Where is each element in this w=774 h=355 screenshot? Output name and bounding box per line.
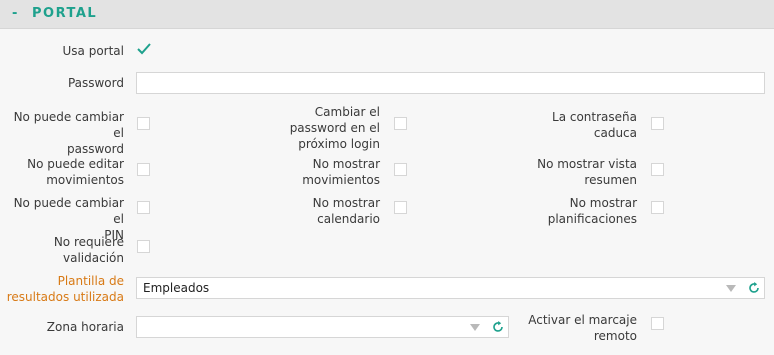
no-mostrar-planificaciones-label: No mostrar planificaciones xyxy=(500,195,637,227)
no-puede-cambiar-pin-checkbox[interactable] xyxy=(137,201,150,214)
contrasena-caduca-checkbox[interactable] xyxy=(651,117,664,130)
no-mostrar-movimientos-checkbox[interactable] xyxy=(394,163,407,176)
label-line: resultados utilizada xyxy=(6,290,124,304)
no-puede-cambiar-password-checkbox[interactable] xyxy=(137,117,150,130)
label-line: movimientos xyxy=(46,173,124,187)
zona-horaria-label: Zona horaria xyxy=(46,320,124,334)
label-line: No mostrar xyxy=(312,196,380,210)
label-line: No mostrar xyxy=(312,157,380,171)
label-line: No puede cambiar el xyxy=(13,196,124,226)
label-line: Plantilla de xyxy=(57,274,124,288)
chevron-down-icon[interactable] xyxy=(726,285,736,292)
no-mostrar-calendario-label: No mostrar calendario xyxy=(240,195,380,227)
label-line: validación xyxy=(63,251,124,265)
no-mostrar-planificaciones-checkbox[interactable] xyxy=(651,201,664,214)
no-mostrar-calendario-checkbox[interactable] xyxy=(394,201,407,214)
no-requiere-validacion-label: No requiere validación xyxy=(0,234,124,266)
no-mostrar-movimientos-label: No mostrar movimientos xyxy=(240,156,380,188)
label-line: No mostrar vista xyxy=(537,157,637,171)
plantilla-resultados-label: Plantilla de resultados utilizada xyxy=(0,273,124,305)
label-line: remoto xyxy=(593,329,637,343)
zona-horaria-select[interactable] xyxy=(136,316,509,338)
selected-value: Empleados xyxy=(143,281,210,295)
label-line: No requiere xyxy=(53,235,124,249)
label-line: próximo login xyxy=(298,137,380,151)
activar-marcaje-remoto-label: Activar el marcaje remoto xyxy=(500,312,637,344)
password-label: Password xyxy=(67,76,124,90)
collapse-toggle[interactable]: - xyxy=(12,6,17,21)
label-line: planificaciones xyxy=(547,212,637,226)
cambiar-password-proximo-label: Cambiar el password en el próximo login xyxy=(240,104,380,152)
label-line: resumen xyxy=(584,173,637,187)
usa-portal-check-icon[interactable] xyxy=(136,42,152,56)
label-line: No puede editar xyxy=(27,157,124,171)
no-mostrar-vista-resumen-checkbox[interactable] xyxy=(651,163,664,176)
label-line: password en el xyxy=(289,121,380,135)
label-line: Cambiar el xyxy=(314,105,380,119)
no-puede-cambiar-password-label: No puede cambiar el password xyxy=(0,109,124,157)
label-line: No mostrar xyxy=(569,196,637,210)
label-line: caduca xyxy=(593,126,637,140)
label-line: No puede cambiar el xyxy=(13,110,124,140)
usa-portal-label: Usa portal xyxy=(62,44,125,58)
password-field[interactable] xyxy=(136,72,765,94)
activar-marcaje-remoto-checkbox[interactable] xyxy=(651,317,664,330)
section-header-portal[interactable]: - PORTAL xyxy=(0,0,774,29)
label-line: calendario xyxy=(317,212,380,226)
label-line: movimientos xyxy=(302,173,380,187)
no-requiere-validacion-checkbox[interactable] xyxy=(137,240,150,253)
label-line: La contraseña xyxy=(552,110,637,124)
plantilla-resultados-select[interactable]: Empleados xyxy=(136,277,765,299)
refresh-icon[interactable] xyxy=(747,281,761,295)
no-puede-editar-movimientos-checkbox[interactable] xyxy=(137,163,150,176)
label-line: password xyxy=(67,142,124,156)
label-line: Activar el marcaje xyxy=(528,313,637,327)
section-title: PORTAL xyxy=(32,6,98,21)
contrasena-caduca-label: La contraseña caduca xyxy=(500,109,637,141)
cambiar-password-proximo-checkbox[interactable] xyxy=(394,117,407,130)
no-mostrar-vista-resumen-label: No mostrar vista resumen xyxy=(500,156,637,188)
no-puede-editar-movimientos-label: No puede editar movimientos xyxy=(0,156,124,188)
chevron-down-icon[interactable] xyxy=(470,324,480,331)
